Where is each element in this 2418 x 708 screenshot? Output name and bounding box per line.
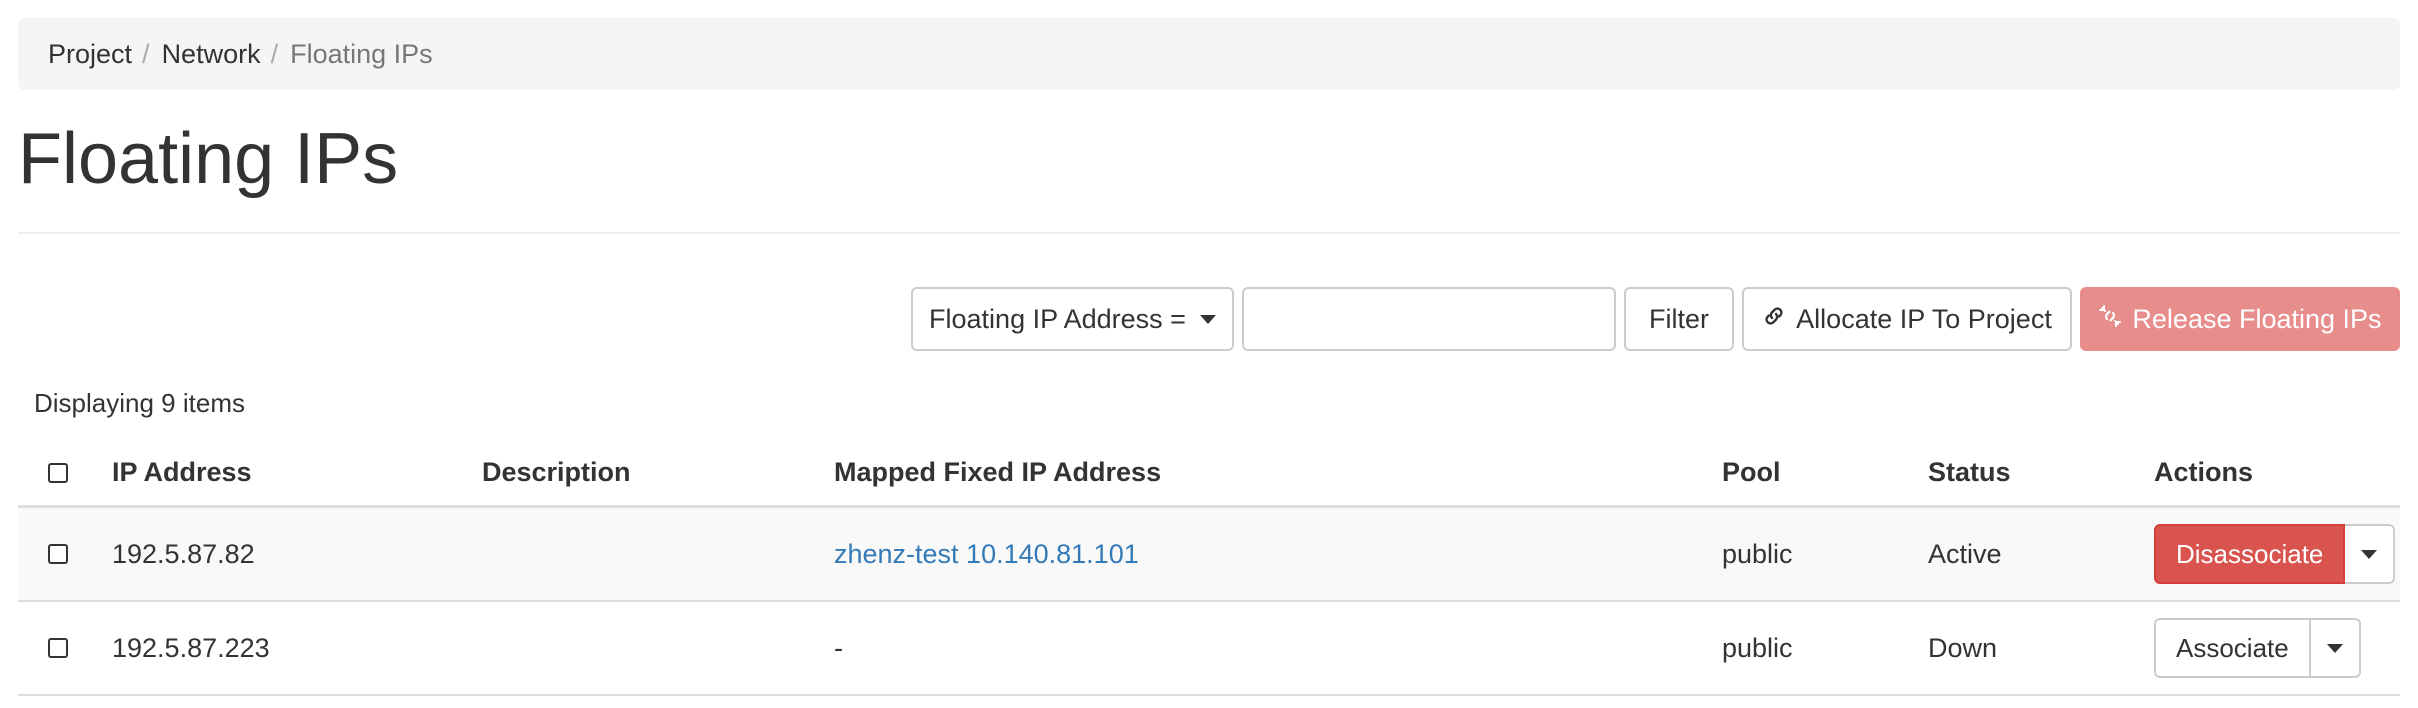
ip-address-cell: 192.5.87.82 [112,538,255,569]
caret-down-icon [1199,314,1216,324]
row-checkbox[interactable] [48,638,68,658]
caret-down-icon [2361,549,2378,559]
breadcrumb-current: Floating IPs [290,38,433,69]
column-header-ip-address[interactable]: IP Address [112,440,252,505]
disassociate-button[interactable]: Disassociate [2154,524,2346,584]
breadcrumb: Project / Network / Floating IPs [18,18,2400,90]
unlink-icon [2098,304,2122,335]
table-row: 192.5.87.82 zhenz-test 10.140.81.101 pub… [18,508,2400,602]
filter-field-dropdown[interactable]: Floating IP Address = [911,287,1234,351]
filter-input[interactable] [1242,287,1616,351]
filter-button[interactable]: Filter [1624,287,1734,351]
allocate-ip-label: Allocate IP To Project [1796,303,2052,334]
breadcrumb-network[interactable]: Network [162,39,261,70]
status-cell: Down [1928,632,1998,663]
associate-button[interactable]: Associate [2154,618,2311,678]
link-icon [1762,304,1786,335]
row-actions: Associate [2154,618,2361,678]
pool-cell: public [1722,632,1793,663]
allocate-ip-button[interactable]: Allocate IP To Project [1742,287,2072,351]
item-count: Displaying 9 items [34,388,245,418]
pool-cell: public [1722,538,1793,569]
status-cell: Active [1928,538,2002,569]
table-row: 192.5.87.223 - public Down Associate [18,602,2400,696]
column-header-mapped-fixed-ip[interactable]: Mapped Fixed IP Address [834,440,1161,505]
column-header-description[interactable]: Description [482,440,631,505]
row-checkbox[interactable] [48,544,68,564]
breadcrumb-project[interactable]: Project [48,39,132,70]
title-divider [18,232,2400,234]
release-floating-ips-button[interactable]: Release Floating IPs [2080,287,2400,351]
floating-ips-table: IP Address Description Mapped Fixed IP A… [18,440,2400,696]
column-header-actions: Actions [2154,457,2254,487]
page-title: Floating IPs [18,119,399,199]
mapped-fixed-ip-cell: - [834,632,843,663]
column-header-pool[interactable]: Pool [1722,440,1781,505]
mapped-fixed-ip-link[interactable]: zhenz-test 10.140.81.101 [834,508,1139,600]
caret-down-icon [2326,643,2343,653]
row-actions-dropdown-toggle[interactable] [2310,618,2361,678]
table-header-row: IP Address Description Mapped Fixed IP A… [18,440,2400,508]
row-actions: Disassociate [2154,524,2396,584]
breadcrumb-separator: / [270,38,279,69]
breadcrumb-separator: / [142,38,150,69]
floating-ips-page: Project / Network / Floating IPs Floatin… [0,0,2418,708]
select-all-checkbox[interactable] [48,462,68,483]
row-actions-dropdown-toggle[interactable] [2345,524,2396,584]
column-header-status[interactable]: Status [1928,440,2011,505]
release-floating-ips-label: Release Floating IPs [2132,303,2382,334]
ip-address-cell: 192.5.87.223 [112,632,270,663]
filter-field-label: Floating IP Address = [929,303,1186,334]
